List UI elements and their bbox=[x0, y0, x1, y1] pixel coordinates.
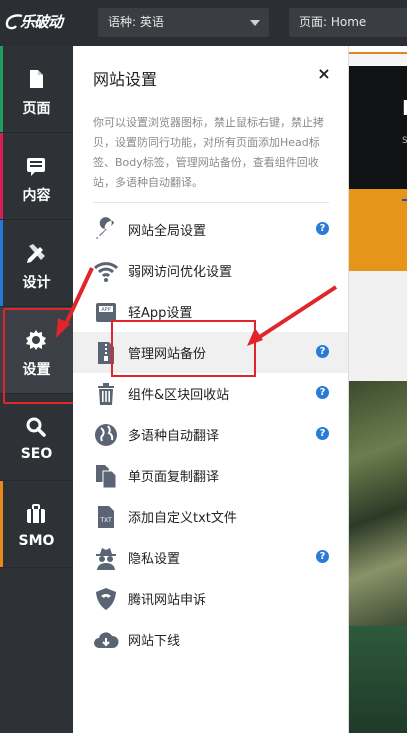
menu-item-label: 单页面复制翻译 bbox=[128, 470, 220, 485]
sidebar-item-label: SMO bbox=[18, 533, 55, 549]
logo-swoosh-icon bbox=[5, 14, 23, 30]
sidebar-item-accent bbox=[0, 133, 3, 219]
help-icon[interactable]: ? bbox=[316, 222, 329, 235]
sidebar-item-smo[interactable]: SMO bbox=[0, 481, 73, 568]
brand-logo[interactable]: 乐破动 bbox=[5, 9, 68, 35]
menu-item-label: 轻App设置 bbox=[128, 306, 193, 321]
menu-item-privacy[interactable]: 隐私设置 ? bbox=[73, 537, 348, 578]
menu-item-recycle-bin[interactable]: 组件&区块回收站 ? bbox=[73, 373, 348, 414]
preview-photo bbox=[349, 381, 407, 626]
preview-photo-lower bbox=[349, 626, 407, 733]
spy-icon bbox=[96, 548, 116, 570]
help-icon[interactable]: ? bbox=[316, 345, 329, 358]
menu-item-global-settings[interactable]: 网站全局设置 ? bbox=[73, 209, 348, 250]
preview-heading: E bbox=[402, 96, 407, 120]
divider bbox=[93, 202, 329, 203]
preview-subheading: S bbox=[402, 136, 407, 146]
menu-item-label: 隐私设置 bbox=[128, 552, 181, 567]
cloud-download-icon bbox=[94, 632, 119, 648]
menu-item-label: 组件&区块回收站 bbox=[128, 388, 230, 403]
sidebar-item-seo[interactable]: SEO bbox=[0, 394, 73, 481]
copy-pages-icon bbox=[96, 465, 117, 489]
page-icon bbox=[30, 70, 43, 88]
page-select[interactable]: 页面: Home bbox=[289, 8, 407, 37]
annotation-highlight-box bbox=[3, 308, 75, 404]
design-icon bbox=[27, 244, 45, 263]
help-icon[interactable]: ? bbox=[316, 550, 329, 563]
preview-banner: E S bbox=[349, 66, 407, 189]
preview-dash bbox=[402, 199, 407, 201]
top-bar: 乐破动 语种: 英语 页面: Home bbox=[0, 0, 407, 46]
search-icon bbox=[26, 417, 46, 437]
menu-item-take-offline[interactable]: 网站下线 bbox=[73, 619, 348, 660]
annotation-highlight-box bbox=[111, 320, 256, 377]
sidebar-item-label: SEO bbox=[20, 446, 53, 462]
menu-item-label: 网站全局设置 bbox=[128, 224, 207, 239]
sidebar-item-page[interactable]: 页面 bbox=[0, 46, 73, 133]
sidebar-item-label: 页面 bbox=[22, 101, 51, 117]
site-preview[interactable]: E S bbox=[349, 46, 407, 733]
preview-orange-section bbox=[349, 189, 407, 271]
content-icon bbox=[27, 158, 45, 176]
preview-accent-line bbox=[349, 52, 407, 54]
sidebar-item-label: 内容 bbox=[22, 188, 51, 204]
wifi-icon bbox=[93, 262, 119, 282]
sidebar-item-accent bbox=[0, 220, 3, 306]
logo-text: 乐破动 bbox=[20, 13, 63, 31]
trash-icon bbox=[98, 383, 114, 405]
menu-item-custom-txt[interactable]: TXT 添加自定义txt文件 bbox=[73, 496, 348, 537]
tencent-shield-icon bbox=[96, 588, 116, 610]
menu-item-copy-translate[interactable]: 单页面复制翻译 bbox=[73, 455, 348, 496]
help-icon[interactable]: ? bbox=[316, 427, 329, 440]
menu-item-weak-network[interactable]: 弱网访问优化设置 bbox=[73, 250, 348, 291]
svg-text:APP: APP bbox=[101, 307, 110, 313]
menu-item-tencent-appeal[interactable]: 腾讯网站申诉 bbox=[73, 578, 348, 619]
txt-file-icon: TXT bbox=[98, 506, 114, 528]
sidebar-item-accent bbox=[0, 46, 3, 132]
sidebar-item-accent bbox=[0, 481, 3, 567]
menu-item-auto-translate[interactable]: 多语种自动翻译 ? bbox=[73, 414, 348, 455]
sidebar-item-design[interactable]: 设计 bbox=[0, 220, 73, 307]
menu-item-label: 添加自定义txt文件 bbox=[128, 511, 237, 526]
menu-item-label: 网站下线 bbox=[128, 634, 181, 649]
language-select-value: 语种: 英语 bbox=[108, 15, 164, 29]
preview-grey-section bbox=[349, 271, 407, 381]
language-select[interactable]: 语种: 英语 bbox=[98, 8, 269, 37]
settings-panel: 网站设置 × 你可以设置浏览器图标，禁止鼠标右键，禁止拷贝，设置防同行功能，对所… bbox=[73, 46, 349, 733]
panel-title: 网站设置 bbox=[93, 70, 158, 89]
menu-item-label: 腾讯网站申诉 bbox=[128, 593, 207, 608]
menu-item-label: 多语种自动翻译 bbox=[128, 429, 220, 444]
sidebar-item-label: 设计 bbox=[22, 275, 51, 291]
globe-icon bbox=[95, 424, 117, 446]
wrench-icon bbox=[96, 217, 114, 239]
menu-item-label: 弱网访问优化设置 bbox=[128, 265, 233, 280]
close-button[interactable]: × bbox=[317, 66, 331, 82]
panel-description: 你可以设置浏览器图标，禁止鼠标右键，禁止拷贝，设置防同行功能，对所有页面添加He… bbox=[93, 116, 324, 189]
sidebar-item-content[interactable]: 内容 bbox=[0, 133, 73, 220]
page-select-value: 页面: Home bbox=[299, 15, 367, 29]
chevron-down-icon bbox=[250, 20, 260, 26]
help-icon[interactable]: ? bbox=[316, 386, 329, 399]
svg-text:TXT: TXT bbox=[99, 517, 112, 524]
briefcase-icon bbox=[27, 504, 45, 523]
